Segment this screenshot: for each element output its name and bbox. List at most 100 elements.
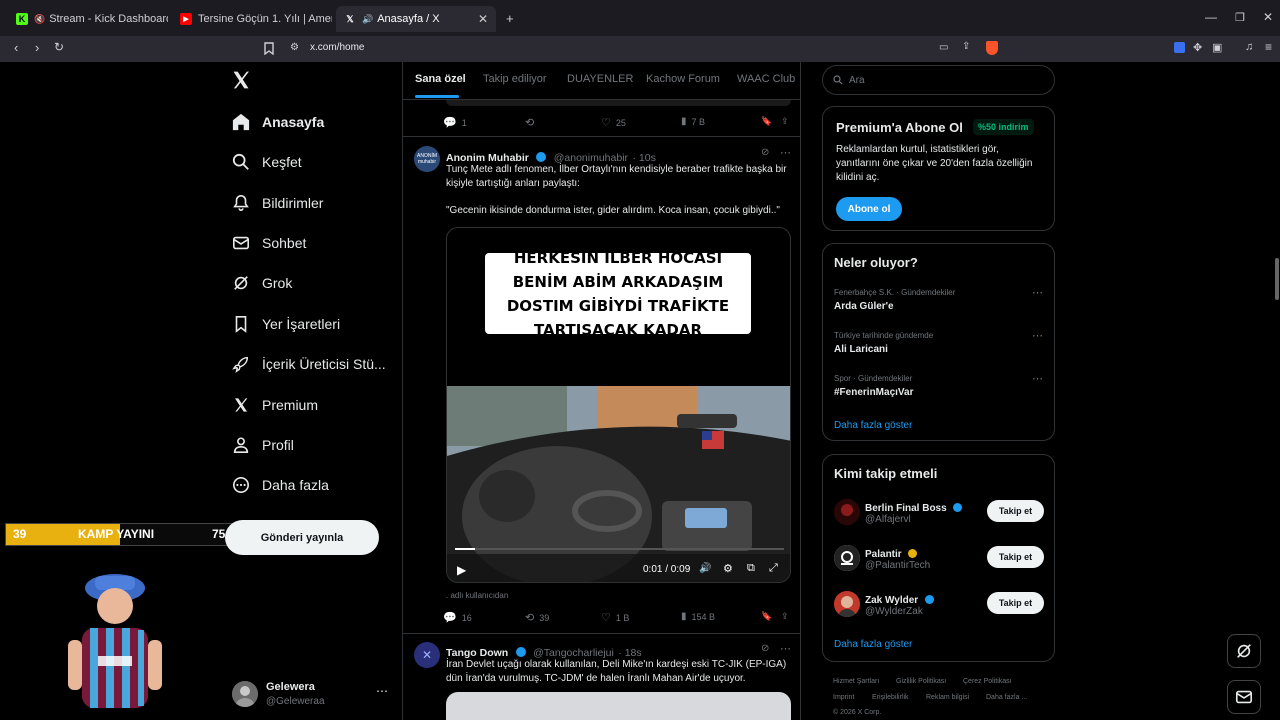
close-tab-icon[interactable]: ✕ <box>478 12 488 26</box>
video-source[interactable]: . adlı kullanıcıdan <box>446 591 508 600</box>
tab-following[interactable]: Takip ediliyor <box>483 73 547 85</box>
like-action[interactable]: ♡ 1 B <box>601 611 629 624</box>
user-name[interactable]: Berlin Final Boss <box>865 503 947 514</box>
nav-premium[interactable]: Premium <box>230 390 318 420</box>
post-avatar[interactable]: ✕ <box>414 642 440 668</box>
user-avatar[interactable] <box>834 545 860 571</box>
trend-more-icon[interactable]: ⋯ <box>1032 372 1043 385</box>
minimize-icon[interactable]: — <box>1205 10 1217 24</box>
search-placeholder: Ara <box>849 74 865 86</box>
footer-terms-link[interactable]: Hizmet Şartları <box>833 678 879 685</box>
back-icon[interactable]: ‹ <box>14 40 18 55</box>
pip-icon[interactable]: ⧉ <box>747 562 755 575</box>
nav-grok[interactable]: Grok <box>230 268 292 298</box>
user-name[interactable]: Zak Wylder <box>865 595 918 606</box>
account-more-icon[interactable]: ⋯ <box>376 684 388 698</box>
browser-tab-kick[interactable]: K 🔇 Stream - Kick Dashboard <box>8 6 168 32</box>
footer-imprint-link[interactable]: Imprint <box>833 694 854 701</box>
reply-action[interactable]: 💬 1 <box>443 116 467 129</box>
follow-button[interactable]: Takip et <box>987 546 1044 568</box>
user-avatar[interactable] <box>834 591 860 617</box>
reply-action[interactable]: 💬 16 <box>443 611 472 624</box>
tab-waac-club[interactable]: WAAC Club <box>737 73 795 85</box>
site-info-icon[interactable]: ⚙ <box>290 42 299 53</box>
post-avatar[interactable]: ANONİM muhabir <box>414 146 440 172</box>
settings-icon[interactable]: ⚙ <box>723 562 733 575</box>
new-tab-icon[interactable]: + <box>506 11 514 26</box>
subscribe-button[interactable]: Abone ol <box>836 197 902 221</box>
nav-creator-studio[interactable]: İçerik Üreticisi Stü... <box>230 349 386 379</box>
bookmark-action[interactable]: 🔖 <box>761 116 772 127</box>
nav-bookmarks[interactable]: Yer İşaretleri <box>230 309 340 339</box>
grok-action-icon[interactable]: ⊘ <box>761 147 769 158</box>
bookmark-page-icon[interactable] <box>264 42 274 55</box>
reload-icon[interactable]: ↻ <box>54 40 64 54</box>
nav-explore[interactable]: Keşfet <box>230 147 302 177</box>
share-action[interactable]: ⇪ <box>781 611 789 622</box>
post-video[interactable]: HERKESİN İLBER HOCASI BENİM ABİM ARKADAŞ… <box>446 227 791 583</box>
search-box[interactable]: Ara <box>822 65 1055 95</box>
trends-show-more[interactable]: Daha fazla göster <box>834 420 912 431</box>
video-progress-track[interactable] <box>455 548 784 550</box>
address-bar[interactable]: x.com/home <box>310 42 364 53</box>
share-action[interactable]: ⇪ <box>781 116 789 127</box>
user-handle: @WylderZak <box>865 606 923 617</box>
footer-accessibility-link[interactable]: Erişilebilirlik <box>872 694 909 701</box>
repost-action[interactable]: ⟲ <box>525 116 534 129</box>
account-avatar[interactable] <box>232 681 258 707</box>
views-action[interactable]: ▮ 154 B <box>681 611 715 622</box>
sidebar-toggle-icon[interactable]: ▣ <box>1212 41 1222 54</box>
brave-shield-icon[interactable] <box>986 41 998 55</box>
nav-chat[interactable]: Sohbet <box>230 228 306 258</box>
user-avatar[interactable] <box>834 499 860 525</box>
share-icon[interactable]: ⇪ <box>962 41 970 52</box>
media-icon[interactable]: ♫ <box>1245 41 1253 53</box>
grok-action-icon[interactable]: ⊘ <box>761 643 769 654</box>
extension-icon[interactable] <box>1174 42 1185 53</box>
nav-home[interactable]: Anasayfa <box>230 107 324 137</box>
footer-more-link[interactable]: Daha fazla ... <box>986 694 1027 701</box>
follow-show-more[interactable]: Daha fazla göster <box>834 639 912 650</box>
window-close-icon[interactable]: ✕ <box>1263 10 1273 24</box>
post-media[interactable] <box>446 692 791 720</box>
footer-privacy-link[interactable]: Gizlilik Politikası <box>896 678 946 685</box>
volume-icon[interactable]: 🔊 <box>699 563 711 574</box>
forward-icon[interactable]: › <box>35 40 39 55</box>
trend-more-icon[interactable]: ⋯ <box>1032 286 1043 299</box>
tab-for-you[interactable]: Sana özel <box>415 73 466 85</box>
repost-action[interactable]: ⟲ 39 <box>525 611 549 624</box>
tab-kachow-forum[interactable]: Kachow Forum <box>646 73 720 85</box>
views-action[interactable]: ▮ 7 B <box>681 116 705 127</box>
trend-item[interactable]: Spor · Gündemdekiler #FenerinMaçıVar <box>834 374 1044 398</box>
footer-ads-info-link[interactable]: Reklam bilgisi <box>926 694 969 701</box>
trend-more-icon[interactable]: ⋯ <box>1032 329 1043 342</box>
browser-tab-x[interactable]: 𝕏 🔊 Anasayfa / X ✕ <box>336 6 496 32</box>
follow-button[interactable]: Takip et <box>987 500 1044 522</box>
play-icon[interactable]: ▶ <box>457 563 466 577</box>
trend-item[interactable]: Fenerbahçe S.K. · Gündemdekiler Arda Gül… <box>834 288 1044 312</box>
footer-cookie-link[interactable]: Çerez Politikası <box>963 678 1012 685</box>
account-handle: @Geleweraa <box>266 696 325 707</box>
restore-icon[interactable]: ❐ <box>1235 11 1245 24</box>
puzzle-icon[interactable]: ✥ <box>1193 41 1202 54</box>
follow-button[interactable]: Takip et <box>987 592 1044 614</box>
fullscreen-icon[interactable]: ⤢ <box>769 562 778 575</box>
menu-icon[interactable]: ≡ <box>1265 40 1272 54</box>
post-more-icon[interactable]: ⋯ <box>780 146 791 159</box>
grok-float-button[interactable] <box>1227 634 1261 668</box>
page-scrollbar[interactable] <box>1275 258 1279 300</box>
bookmark-action[interactable]: 🔖 <box>761 611 772 622</box>
nav-notifications[interactable]: Bildirimler <box>230 188 323 218</box>
tab-duayenler[interactable]: DUAYENLER <box>567 73 633 85</box>
nav-profile[interactable]: Profil <box>230 430 294 460</box>
nav-more[interactable]: Daha fazla <box>230 470 329 500</box>
cast-icon[interactable]: ▭ <box>939 42 948 53</box>
user-name[interactable]: Palantir <box>865 549 902 560</box>
post-button[interactable]: Gönderi yayınla <box>225 520 379 555</box>
messages-float-button[interactable] <box>1227 680 1261 714</box>
like-action[interactable]: ♡ 25 <box>601 116 626 129</box>
post-more-icon[interactable]: ⋯ <box>780 642 791 655</box>
browser-tab-youtube[interactable]: ▶ Tersine Göçün 1. Yılı | Amerika vs Tür <box>172 6 332 32</box>
trend-item[interactable]: Türkiye tarihinde gündemde Ali Laricani <box>834 331 1044 355</box>
x-logo-icon[interactable] <box>231 70 251 90</box>
